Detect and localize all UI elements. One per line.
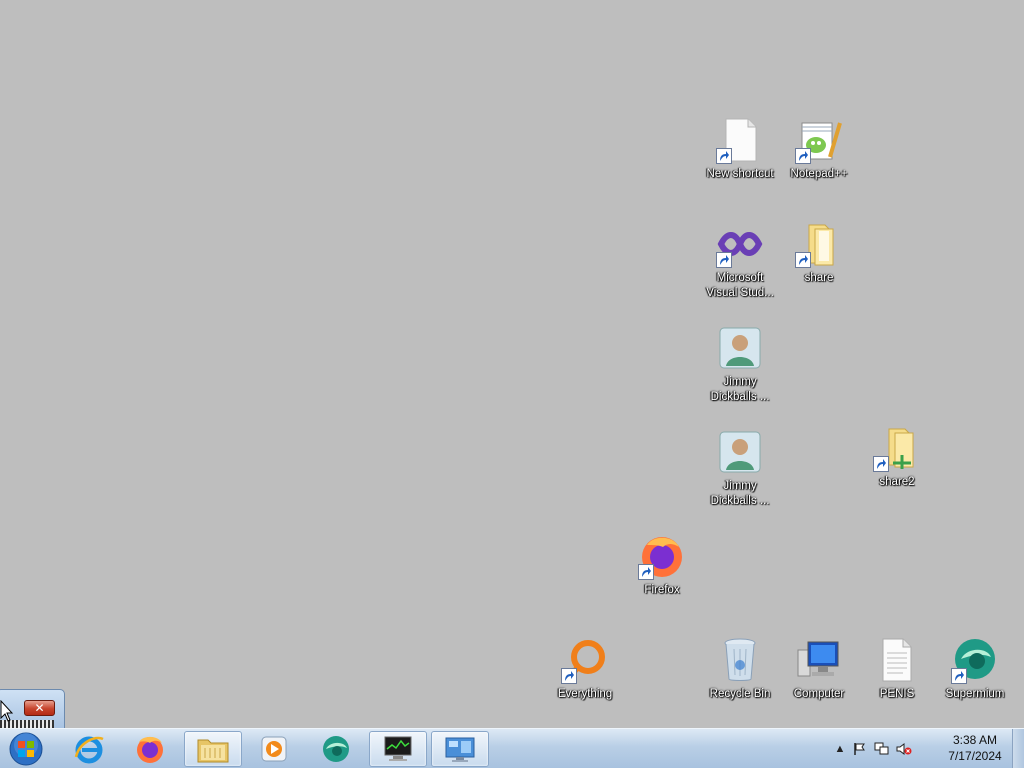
remote-desktop-icon [445, 737, 475, 762]
user-account-icon [716, 428, 764, 476]
mouse-cursor-icon [0, 700, 14, 722]
icon-label: Microsoft Visual Stud... [706, 272, 774, 299]
desktop-icon-everything[interactable]: Everything [546, 632, 624, 722]
folder-icon [795, 220, 843, 268]
icon-label: Jimmy Dickballs ... [710, 480, 770, 507]
icon-label: Everything [557, 688, 613, 700]
taskbar-supermium[interactable] [307, 731, 365, 767]
desktop-icon-firefox[interactable]: Firefox [623, 528, 701, 618]
network-icon[interactable] [874, 741, 890, 757]
taskbar-windows-explorer[interactable] [184, 731, 242, 767]
recycle-bin-icon [716, 636, 764, 684]
shortcut-arrow-icon [873, 456, 889, 472]
icon-label: Computer [793, 688, 845, 700]
network-folder-icon [873, 424, 921, 472]
text-document-icon [873, 636, 921, 684]
blank-document-icon [716, 116, 764, 164]
desktop-icon-visual-studio[interactable]: Microsoft Visual Stud... [701, 216, 779, 306]
icon-label: share2 [879, 476, 915, 488]
computer-monitor-icon [795, 636, 843, 684]
icon-label: New shortcut [706, 168, 774, 180]
close-button[interactable]: ✕ [24, 700, 55, 716]
taskbar-clock[interactable]: 3:38 AM 7/17/2024 [940, 732, 1010, 764]
action-center-flag-icon[interactable] [852, 741, 868, 757]
user-account-icon [716, 324, 764, 372]
icon-label: Firefox [644, 584, 680, 596]
folder-icon [197, 739, 229, 763]
desktop-icon-recycle-bin[interactable]: Recycle Bin [701, 632, 779, 722]
desktop-icon-user-jimmy-2[interactable]: Jimmy Dickballs ... [701, 424, 779, 514]
desktop-icon-user-jimmy-1[interactable]: Jimmy Dickballs ... [701, 320, 779, 410]
task-manager-monitor-icon [384, 736, 412, 761]
shortcut-arrow-icon [795, 252, 811, 268]
clock-date: 7/17/2024 [948, 749, 1002, 763]
show-desktop-button[interactable] [1012, 729, 1024, 768]
icon-label: PENIS [879, 688, 915, 700]
icon-label: Notepad++ [790, 168, 848, 180]
volume-muted-icon[interactable] [896, 741, 912, 757]
icon-label: Jimmy Dickballs ... [710, 376, 770, 403]
desktop-icon-new-shortcut[interactable]: New shortcut [701, 112, 779, 202]
visual-studio-icon [716, 220, 764, 268]
desktop-icon-computer[interactable]: Computer [780, 632, 858, 722]
icon-label: Recycle Bin [709, 688, 771, 700]
show-hidden-icons-button[interactable]: ▲ [832, 741, 848, 757]
desktop-icon-share2[interactable]: share2 [858, 420, 936, 510]
taskbar-firefox[interactable] [121, 731, 179, 767]
desktop-icon-notepadpp[interactable]: Notepad++ [780, 112, 858, 202]
firefox-icon [638, 532, 686, 580]
taskbar-remote-desktop[interactable] [431, 731, 489, 767]
firefox-icon [137, 736, 163, 763]
internet-explorer-icon [74, 736, 104, 764]
icon-label: Supermium [945, 688, 1005, 700]
media-player-icon [261, 736, 287, 762]
shortcut-arrow-icon [716, 252, 732, 268]
desktop[interactable]: New shortcut Notepad++ Microsoft Visual … [0, 0, 1024, 728]
system-tray: ▲ 3:38 AM 7/17/2024 [830, 729, 1010, 768]
shortcut-arrow-icon [716, 148, 732, 164]
shortcut-arrow-icon [561, 668, 577, 684]
shortcut-arrow-icon [795, 148, 811, 164]
desktop-icon-share[interactable]: share [780, 216, 858, 306]
icon-label: share [804, 272, 834, 284]
desktop-icon-penis-textfile[interactable]: PENIS [858, 632, 936, 722]
taskbar-task-manager[interactable] [369, 731, 427, 767]
desktop-icon-supermium[interactable]: Supermium [936, 632, 1014, 722]
supermium-icon [323, 736, 349, 762]
notepadpp-icon [795, 116, 843, 164]
clock-time: 3:38 AM [952, 733, 998, 747]
everything-search-icon [561, 636, 609, 684]
windows-orb-icon [9, 732, 43, 766]
shortcut-arrow-icon [951, 668, 967, 684]
shortcut-arrow-icon [638, 564, 654, 580]
taskbar: ▲ 3:38 AM 7/17/2024 [0, 728, 1024, 768]
supermium-icon [951, 636, 999, 684]
taskbar-media-player[interactable] [245, 731, 303, 767]
start-button[interactable] [6, 731, 46, 767]
taskbar-internet-explorer[interactable] [60, 731, 118, 767]
